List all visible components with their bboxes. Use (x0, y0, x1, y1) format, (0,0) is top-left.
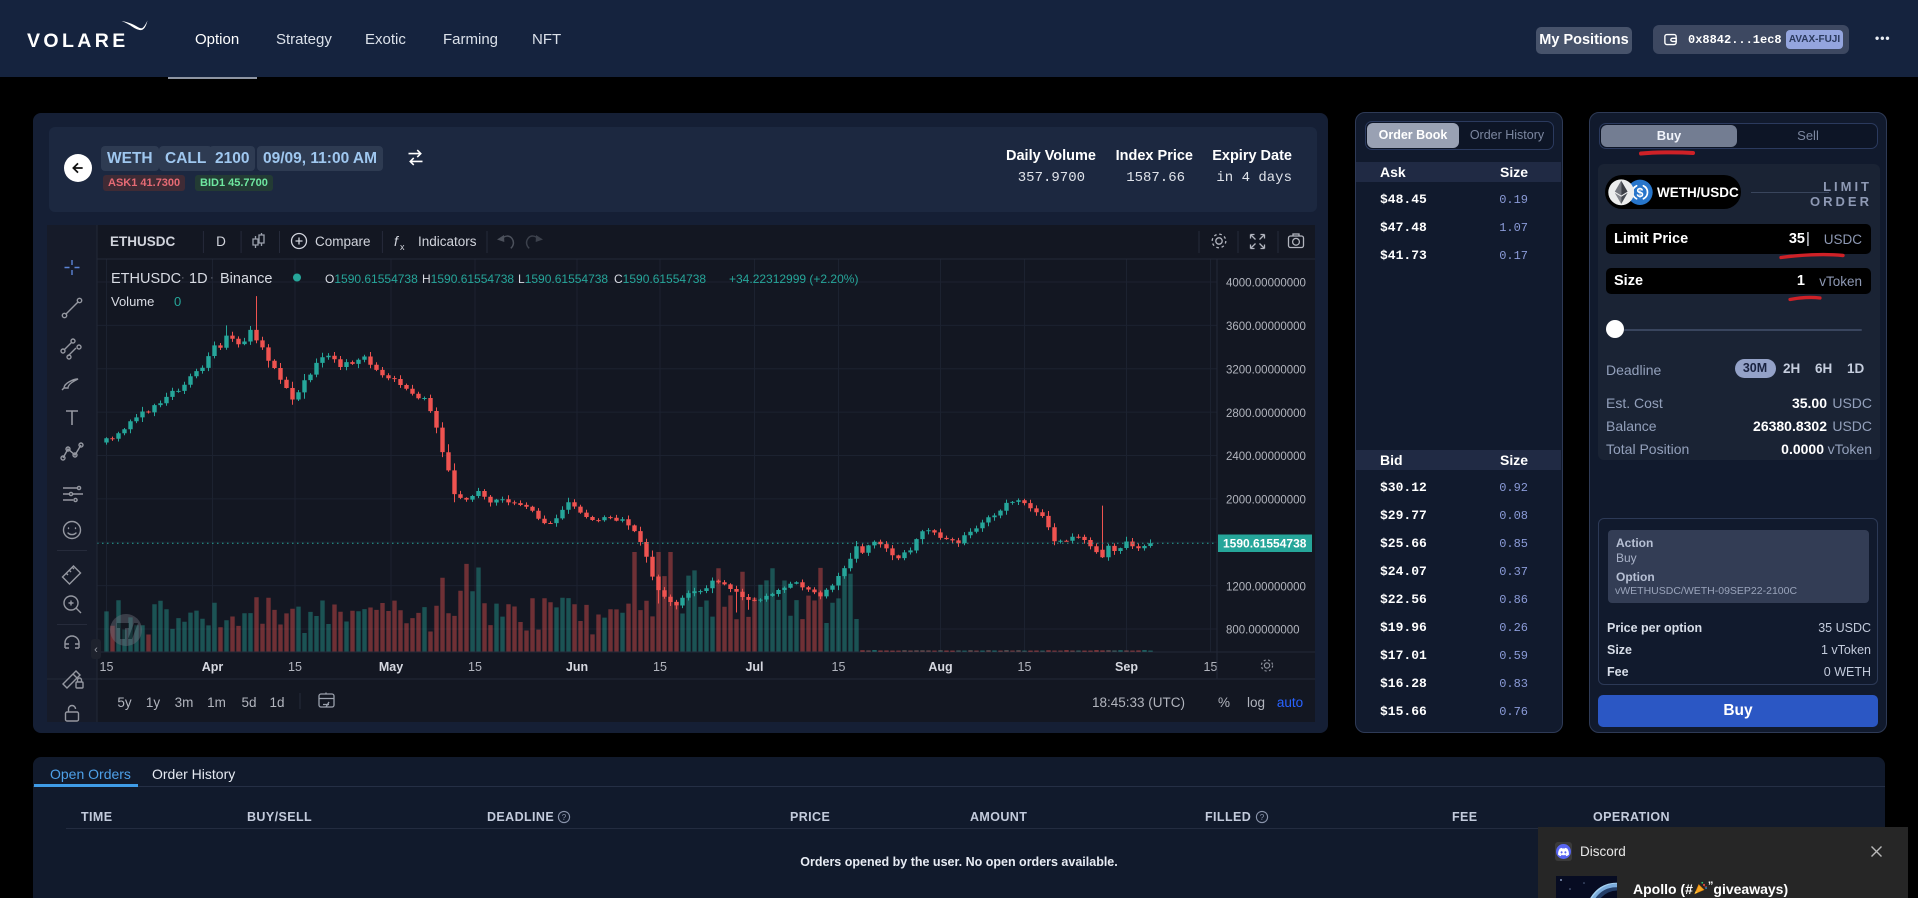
svg-text:5y: 5y (117, 695, 132, 710)
svg-text:1y: 1y (146, 695, 161, 710)
svg-text:Jun: Jun (566, 660, 588, 674)
svg-text:Sep: Sep (1115, 660, 1138, 674)
svg-text:C1590.61554738: C1590.61554738 (614, 272, 706, 286)
svg-text:?: ? (1260, 813, 1265, 822)
svg-text:2800.00000000: 2800.00000000 (1226, 408, 1306, 420)
svg-text:1D: 1D (189, 271, 208, 287)
svg-text:0: 0 (174, 294, 181, 309)
svg-text:1200.00000000: 1200.00000000 (1226, 581, 1306, 593)
svg-text:1m: 1m (207, 695, 226, 710)
svg-text:·: · (181, 272, 185, 284)
svg-text:Indicators: Indicators (418, 234, 477, 249)
svg-text:15: 15 (1018, 660, 1032, 674)
svg-text:15: 15 (1204, 660, 1218, 674)
svg-text:1590.61554738: 1590.61554738 (1223, 536, 1307, 550)
svg-text:15: 15 (288, 660, 302, 674)
svg-text:Aug: Aug (928, 660, 952, 674)
svg-text:H1590.61554738: H1590.61554738 (422, 272, 514, 286)
svg-text:x: x (400, 242, 405, 252)
svg-text:Apr: Apr (202, 660, 224, 674)
svg-text:?: ? (562, 813, 567, 822)
svg-text:15: 15 (653, 660, 667, 674)
svg-text:2000.00000000: 2000.00000000 (1226, 495, 1306, 507)
svg-text:3200.00000000: 3200.00000000 (1226, 364, 1306, 376)
svg-text:ETHUSDC: ETHUSDC (110, 234, 176, 249)
svg-text:3600.00000000: 3600.00000000 (1226, 321, 1306, 333)
svg-text:L1590.61554738: L1590.61554738 (518, 272, 608, 286)
svg-text:Binance: Binance (220, 271, 272, 287)
svg-text:‹: ‹ (94, 644, 98, 656)
svg-text:Volume: Volume (111, 294, 154, 309)
svg-text:%: % (1218, 695, 1230, 710)
svg-text:3m: 3m (175, 695, 194, 710)
svg-text:800.00000000: 800.00000000 (1226, 625, 1300, 637)
svg-text:1d: 1d (269, 695, 284, 710)
svg-text:·: · (210, 272, 214, 284)
svg-text:ETHUSDC: ETHUSDC (111, 271, 181, 287)
svg-text:18:45:33 (UTC): 18:45:33 (UTC) (1092, 695, 1185, 710)
svg-text:O1590.61554738: O1590.61554738 (325, 272, 418, 286)
svg-text:auto: auto (1277, 695, 1303, 710)
svg-text:log: log (1247, 695, 1265, 710)
svg-text:Compare: Compare (315, 234, 371, 249)
svg-text:5d: 5d (241, 695, 256, 710)
svg-text:+34.22312999 (+2.20%): +34.22312999 (+2.20%) (729, 272, 858, 286)
svg-text:15: 15 (832, 660, 846, 674)
svg-text:Jul: Jul (745, 660, 763, 674)
svg-text:15: 15 (468, 660, 482, 674)
svg-text:15: 15 (100, 660, 114, 674)
svg-text:D: D (216, 234, 226, 249)
svg-text:4000.00000000: 4000.00000000 (1226, 278, 1306, 290)
svg-text:2400.00000000: 2400.00000000 (1226, 451, 1306, 463)
svg-text:May: May (379, 660, 403, 674)
svg-text:$: $ (1637, 186, 1644, 200)
